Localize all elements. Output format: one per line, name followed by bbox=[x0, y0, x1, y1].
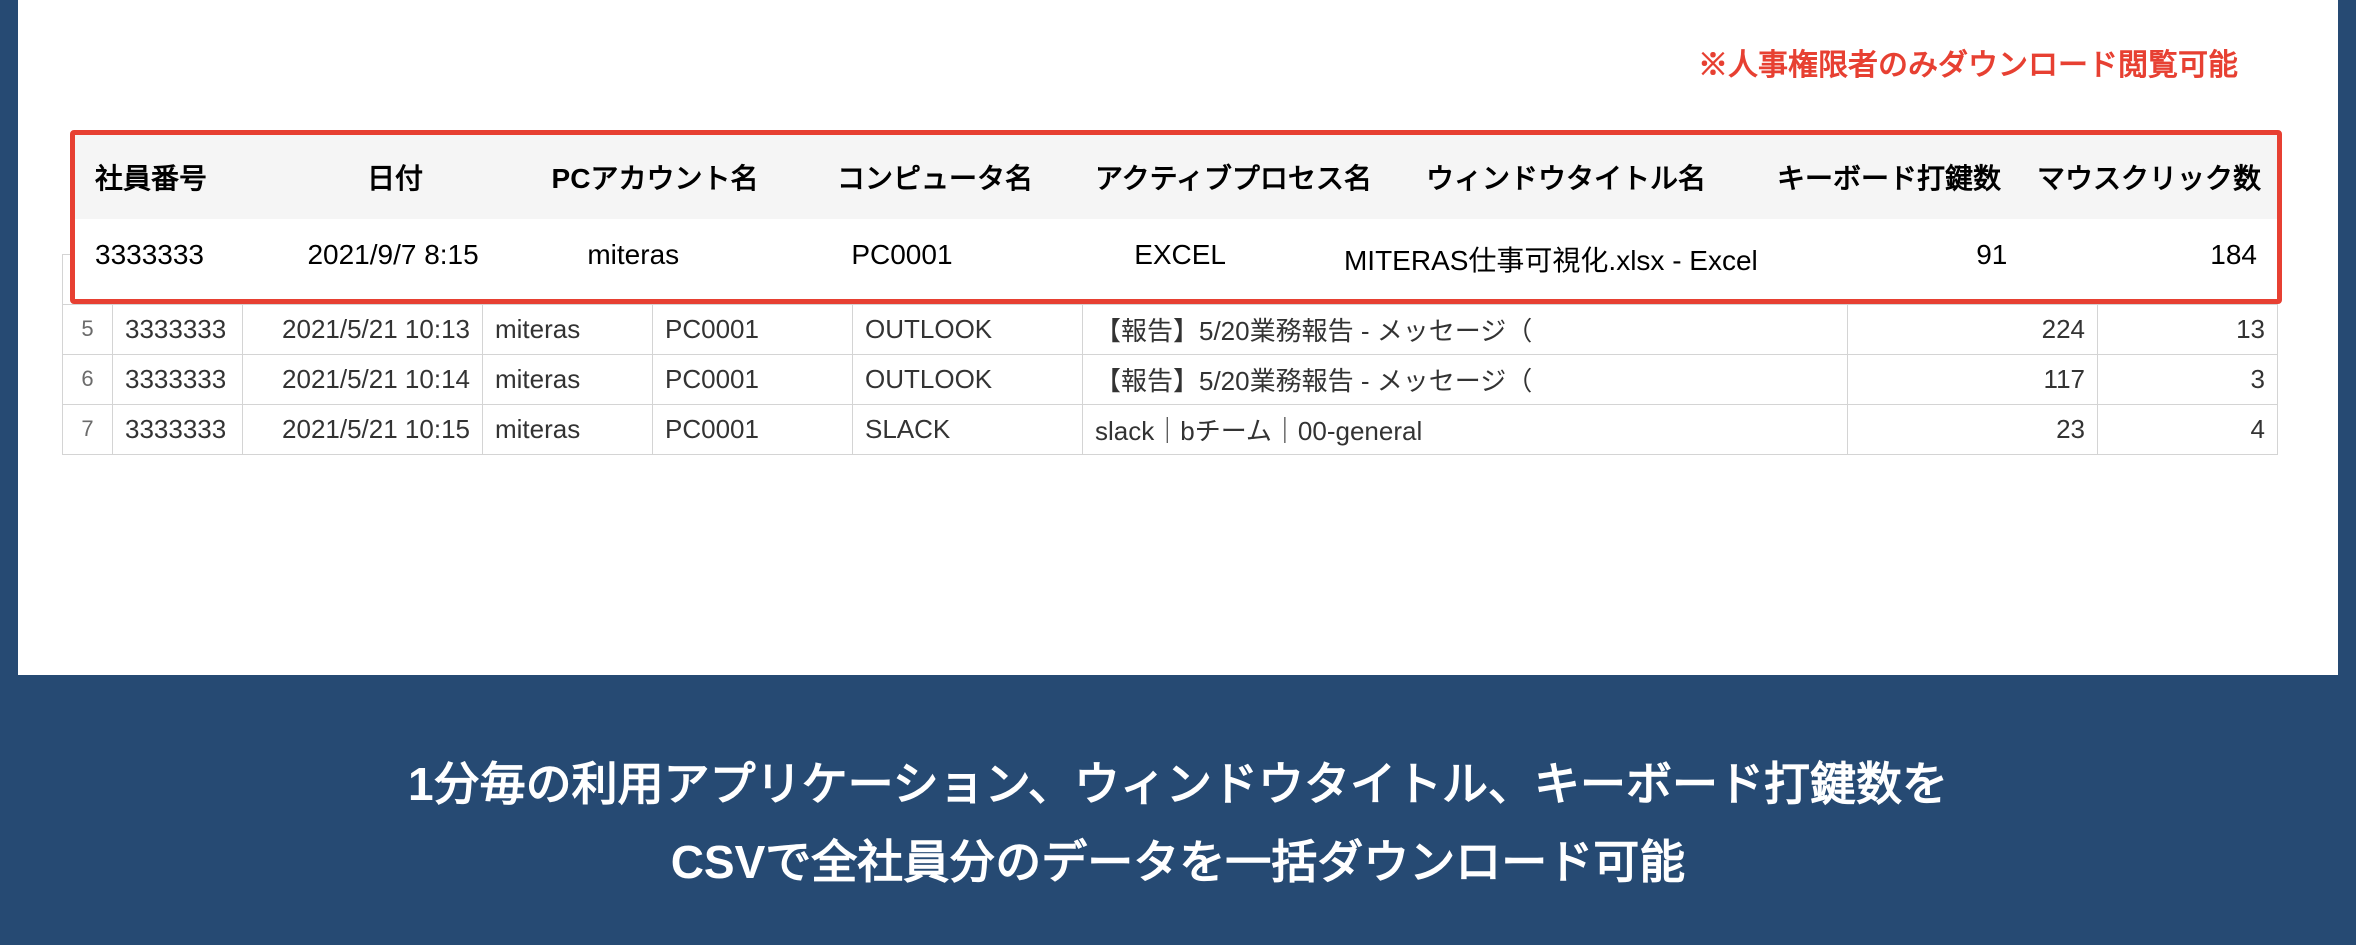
cell-date[interactable]: 2021/5/21 10:15 bbox=[243, 404, 483, 454]
highlight-sample-row: 社員番号 日付 PCアカウント名 コンピュータ名 アクティブプロセス名 ウィンド… bbox=[70, 130, 2282, 304]
highlight-data-row: 3333333 2021/9/7 8:15 miteras PC0001 EXC… bbox=[75, 219, 2277, 299]
col-header-computer-name: コンピュータ名 bbox=[795, 135, 1075, 219]
row-number[interactable]: 7 bbox=[63, 404, 113, 454]
cell-keystrokes: 91 bbox=[1778, 221, 2028, 297]
row-number[interactable]: 5 bbox=[63, 304, 113, 354]
cell-mouse-clicks[interactable]: 13 bbox=[2098, 304, 2278, 354]
caption-line-1: 1分毎の利用アプリケーション、ウィンドウタイトル、キーボード打鍵数を bbox=[0, 745, 2356, 823]
cell-computer-name: PC0001 bbox=[768, 221, 1037, 297]
cell-window-title[interactable]: slack｜bチーム｜00-general bbox=[1083, 404, 1848, 454]
feature-caption: 1分毎の利用アプリケーション、ウィンドウタイトル、キーボード打鍵数を CSVで全… bbox=[0, 675, 2356, 901]
report-panel: ※人事権限者のみダウンロード閲覧可能 社員番号 日付 PCアカウント名 コンピュ… bbox=[18, 0, 2338, 675]
table-row[interactable]: 7 3333333 2021/5/21 10:15 miteras PC0001… bbox=[63, 404, 2278, 454]
cell-pc-account[interactable]: miteras bbox=[483, 404, 653, 454]
col-header-active-process: アクティブプロセス名 bbox=[1075, 135, 1375, 219]
cell-date: 2021/9/7 8:15 bbox=[267, 221, 499, 297]
cell-employee-id[interactable]: 3333333 bbox=[113, 404, 243, 454]
cell-mouse-clicks[interactable]: 3 bbox=[2098, 354, 2278, 404]
col-header-keystrokes: キーボード打鍵数 bbox=[1757, 135, 2017, 219]
col-header-mouse-clicks: マウスクリック数 bbox=[2017, 135, 2277, 219]
cell-keystrokes[interactable]: 23 bbox=[1848, 404, 2098, 454]
col-header-date: 日付 bbox=[275, 135, 515, 219]
cell-active-process[interactable]: SLACK bbox=[853, 404, 1083, 454]
cell-window-title[interactable]: 【報告】5/20業務報告 - メッセージ（ bbox=[1083, 304, 1848, 354]
caption-line-2: CSVで全社員分のデータを一括ダウンロード可能 bbox=[0, 823, 2356, 901]
cell-date[interactable]: 2021/5/21 10:14 bbox=[243, 354, 483, 404]
cell-window-title: MITERAS仕事可視化.xlsx - Excel bbox=[1324, 221, 1778, 297]
cell-active-process: EXCEL bbox=[1036, 221, 1324, 297]
cell-computer-name[interactable]: PC0001 bbox=[653, 354, 853, 404]
cell-keystrokes[interactable]: 117 bbox=[1848, 354, 2098, 404]
cell-employee-id: 3333333 bbox=[75, 221, 267, 297]
table-row[interactable]: 5 3333333 2021/5/21 10:13 miteras PC0001… bbox=[63, 304, 2278, 354]
cell-active-process[interactable]: OUTLOOK bbox=[853, 304, 1083, 354]
col-header-pc-account: PCアカウント名 bbox=[515, 135, 795, 219]
col-header-window-title: ウィンドウタイトル名 bbox=[1375, 135, 1757, 219]
cell-employee-id[interactable]: 3333333 bbox=[113, 304, 243, 354]
cell-pc-account[interactable]: miteras bbox=[483, 304, 653, 354]
cell-date[interactable]: 2021/5/21 10:13 bbox=[243, 304, 483, 354]
cell-keystrokes[interactable]: 224 bbox=[1848, 304, 2098, 354]
cell-computer-name[interactable]: PC0001 bbox=[653, 304, 853, 354]
cell-computer-name[interactable]: PC0001 bbox=[653, 404, 853, 454]
cell-active-process[interactable]: OUTLOOK bbox=[853, 354, 1083, 404]
table-row[interactable]: 6 3333333 2021/5/21 10:14 miteras PC0001… bbox=[63, 354, 2278, 404]
cell-window-title[interactable]: 【報告】5/20業務報告 - メッセージ（ bbox=[1083, 354, 1848, 404]
col-header-employee-id: 社員番号 bbox=[75, 135, 275, 219]
cell-pc-account[interactable]: miteras bbox=[483, 354, 653, 404]
highlight-header-row: 社員番号 日付 PCアカウント名 コンピュータ名 アクティブプロセス名 ウィンド… bbox=[75, 135, 2277, 219]
cell-pc-account: miteras bbox=[499, 221, 768, 297]
row-number[interactable]: 6 bbox=[63, 354, 113, 404]
cell-employee-id[interactable]: 3333333 bbox=[113, 354, 243, 404]
permission-note: ※人事権限者のみダウンロード閲覧可能 bbox=[18, 40, 2338, 94]
cell-mouse-clicks[interactable]: 4 bbox=[2098, 404, 2278, 454]
cell-mouse-clicks: 184 bbox=[2027, 221, 2277, 297]
